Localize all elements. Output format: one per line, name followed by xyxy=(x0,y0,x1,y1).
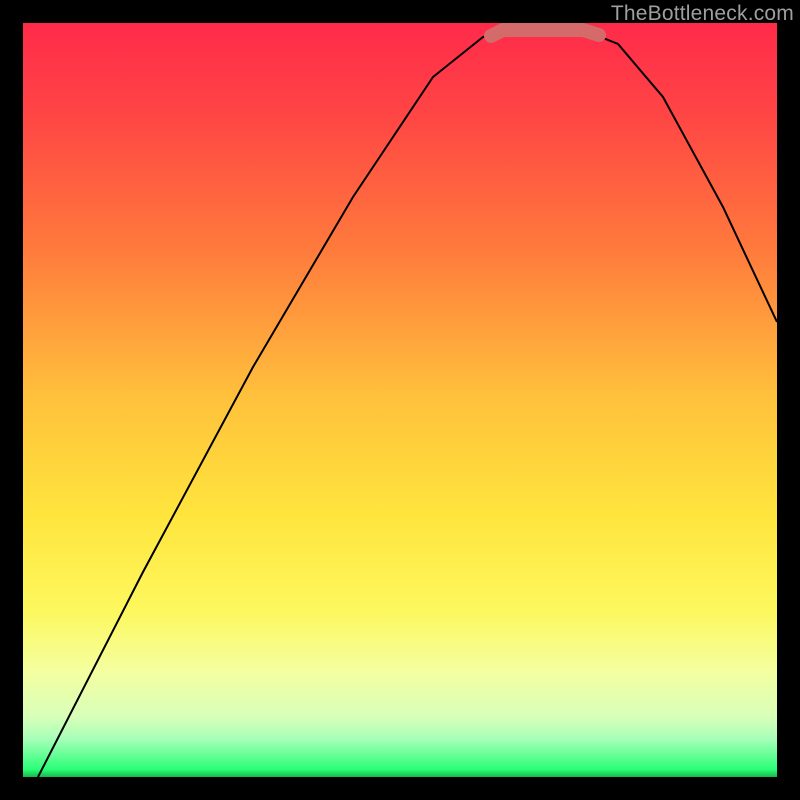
chart-plot-area xyxy=(23,23,777,777)
chart-svg xyxy=(23,23,777,777)
bottleneck-curve xyxy=(38,30,777,777)
watermark-text: TheBottleneck.com xyxy=(611,2,794,26)
chart-frame: TheBottleneck.com xyxy=(0,0,800,800)
optimal-range-marker xyxy=(491,30,599,36)
